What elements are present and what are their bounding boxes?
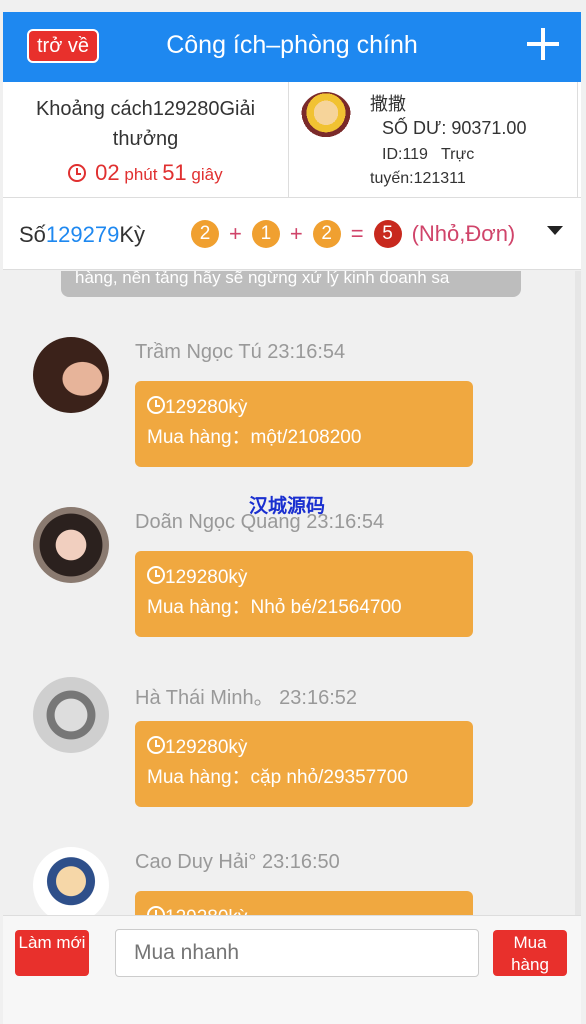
countdown-section: Khoảng cách129280Giải thưởng 02 phút 51 … [3,82,289,198]
issue-number: 129279 [45,222,120,247]
message-sender: Cao Duy Hải° 23:16:50 [135,851,340,874]
chat-message: Trầm Ngọc Tú 23:16:54 129280kỳ Mua hàng：… [3,337,581,497]
top-bar: trở về Công ích–phòng chính [3,12,581,82]
message-time: 23:16:54 [267,341,346,363]
draw-info-panel: Khoảng cách129280Giải thưởng 02 phút 51 … [3,82,581,198]
order-bubble: 129280kỳ Mua hàng：Nhỏ bé/21564700 [135,551,473,637]
chat-message: Cao Duy Hải° 23:16:50 129280kỳ [3,847,581,915]
result-balls: 2 + 1 + 2 = 5 (Nhỏ,Đơn) [191,220,515,248]
order-text: Mua hàng：Nhỏ bé/21564700 [147,597,402,618]
draw-distance-label: Khoảng cách129280Giải thưởng [35,98,256,150]
chat-area[interactable]: hàng, nền tảng hãy sẽ ngừng xử lý kinh d… [3,271,581,915]
result-label: (Nhỏ,Đơn) [411,221,516,246]
result-ball: 1 [251,220,280,248]
bottom-action-bar: Làm mới Mua hàng [3,915,581,1024]
message-time: 23:16:50 [261,851,340,873]
last-result-bar[interactable]: Số129279Kỳ 2 + 1 + 2 = 5 (Nhỏ,Đơn) [3,198,581,270]
clock-icon [147,566,165,584]
plus-sign: + [229,221,242,246]
last-issue: Số129279Kỳ [19,222,145,248]
page-title: Công ích–phòng chính [166,31,418,59]
online-line: tuyến:121311 [370,170,466,187]
order-text: Mua hàng：một/2108200 [147,427,362,448]
avatar [33,337,109,413]
quick-buy-input[interactable] [115,929,479,977]
order-bubble: 129280kỳ [135,891,473,915]
timer-minutes: 02 [95,160,120,185]
result-sum-ball: 5 [373,220,402,248]
clock-icon [147,396,165,414]
order-bubble: 129280kỳ Mua hàng：một/2108200 [135,381,473,467]
buy-button[interactable]: Mua hàng [493,930,567,976]
countdown-timer: 02 phút 51 giây [3,160,288,186]
message-time: 23:16:52 [279,687,357,709]
order-text: Mua hàng：cặp nhỏ/29357700 [147,767,408,788]
order-period: 129280kỳ [165,397,248,418]
equals-sign: = [350,221,364,246]
sender-name: Cao Duy Hải° [135,851,257,873]
user-avatar [300,92,352,144]
avatar [33,507,109,583]
issue-suffix: Kỳ [119,222,146,247]
chat-message: Doãn Ngọc Quang 23:16:54 129280kỳ Mua hà… [3,507,581,667]
order-period: 129280kỳ [165,737,248,758]
refresh-button[interactable]: Làm mới [15,930,89,976]
watermark-text: 汉城源码 [249,496,326,517]
timer-seconds: 51 [162,160,187,185]
user-info-section: 撒撒 SỐ DƯ: 90371.00 ID:119 Trực tuyến:121… [290,82,578,198]
order-period: 129280kỳ [165,907,247,915]
user-name: 撒撒 [370,94,406,114]
clock-icon [147,736,165,754]
notice-banner: hàng, nền tảng hãy sẽ ngừng xử lý kinh d… [61,271,521,297]
sender-name: Trầm Ngọc Tú [135,341,262,363]
timer-minutes-label: phút [124,165,158,184]
avatar [33,677,109,753]
order-period: 129280kỳ [165,567,248,588]
chat-message: Hà Thái Minh。 23:16:52 129280kỳ Mua hàng… [3,677,581,837]
online-label: Trực [441,146,475,163]
result-ball: 2 [312,220,341,248]
caret-down-icon[interactable] [547,226,563,235]
timer-seconds-label: giây [191,165,223,184]
issue-prefix: Số [19,222,46,247]
order-bubble: 129280kỳ Mua hàng：cặp nhỏ/29357700 [135,721,473,807]
scrollbar[interactable] [575,271,581,915]
clock-icon [68,164,87,182]
result-ball: 2 [191,220,219,248]
user-balance: SỐ DƯ: 90371.00 [382,118,527,138]
clock-icon [147,906,165,915]
sender-name: Hà Thái Minh。 [135,687,274,709]
avatar [33,847,109,915]
plus-icon[interactable] [527,28,559,60]
message-sender: Trầm Ngọc Tú 23:16:54 [135,341,345,364]
user-id-row: ID:119 Trực [382,146,474,164]
user-id: ID:119 [382,146,428,163]
message-sender: Hà Thái Minh。 23:16:52 [135,681,357,710]
plus-sign: + [289,221,303,246]
